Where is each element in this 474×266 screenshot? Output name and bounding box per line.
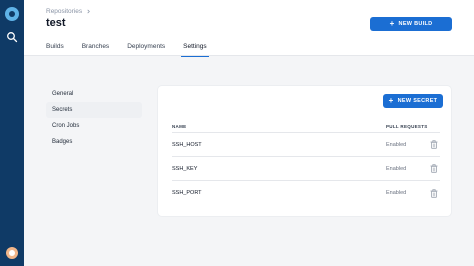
pull-requests-status: Enabled <box>386 165 407 172</box>
table-row[interactable]: SSH_KEY Enabled <box>172 157 440 181</box>
tab-deployments[interactable]: Deployments <box>127 43 165 56</box>
settings-nav-badges[interactable]: Badges <box>46 134 142 150</box>
new-secret-button[interactable]: + NEW SECRET <box>383 94 443 108</box>
tab-bar: Builds Branches Deployments Settings <box>46 43 225 57</box>
trash-icon[interactable] <box>430 140 438 149</box>
trash-icon[interactable] <box>430 164 438 173</box>
new-build-label: NEW BUILD <box>398 21 433 27</box>
trash-icon[interactable] <box>430 188 438 198</box>
secrets-card: + NEW SECRET NAME PULL REQUESTS SSH_HOST… <box>158 86 451 216</box>
pull-requests-status: Enabled <box>386 190 407 196</box>
secret-name: SSH_PORT <box>172 190 202 196</box>
plus-icon: + <box>388 96 394 105</box>
settings-nav-secrets[interactable]: Secrets <box>46 102 142 118</box>
table-row[interactable]: SSH_PORT Enabled <box>172 181 440 205</box>
secrets-table: NAME PULL REQUESTS SSH_HOST Enabled SSH_… <box>172 121 440 205</box>
table-row[interactable]: SSH_HOST Enabled <box>172 133 440 157</box>
secret-name: SSH_KEY <box>172 165 198 172</box>
settings-nav-cron-jobs[interactable]: Cron Jobs <box>46 118 142 134</box>
tab-settings[interactable]: Settings <box>181 43 209 57</box>
page-header: Repositories test + NEW BUILD Builds Bra… <box>24 0 474 57</box>
settings-nav: General Secrets Cron Jobs Badges <box>46 86 142 150</box>
tab-builds[interactable]: Builds <box>46 43 64 56</box>
avatar[interactable] <box>6 247 18 259</box>
chevron-right-icon <box>87 9 91 14</box>
search-icon[interactable] <box>6 31 18 43</box>
breadcrumb: Repositories <box>46 8 91 15</box>
pull-requests-status: Enabled <box>386 141 407 148</box>
logo-icon[interactable] <box>5 7 19 21</box>
new-secret-label: NEW SECRET <box>397 98 438 104</box>
breadcrumb-repositories-link[interactable]: Repositories <box>46 8 82 15</box>
plus-icon: + <box>389 19 395 28</box>
table-header: NAME PULL REQUESTS <box>172 121 440 133</box>
page-title: test <box>46 17 66 29</box>
settings-nav-general[interactable]: General <box>46 86 142 102</box>
column-header-name: NAME <box>172 124 187 129</box>
new-build-button[interactable]: + NEW BUILD <box>370 17 452 31</box>
app-sidebar <box>0 0 24 266</box>
column-header-pull-requests: PULL REQUESTS <box>386 124 428 129</box>
tab-branches[interactable]: Branches <box>82 43 109 56</box>
secret-name: SSH_HOST <box>172 141 202 148</box>
